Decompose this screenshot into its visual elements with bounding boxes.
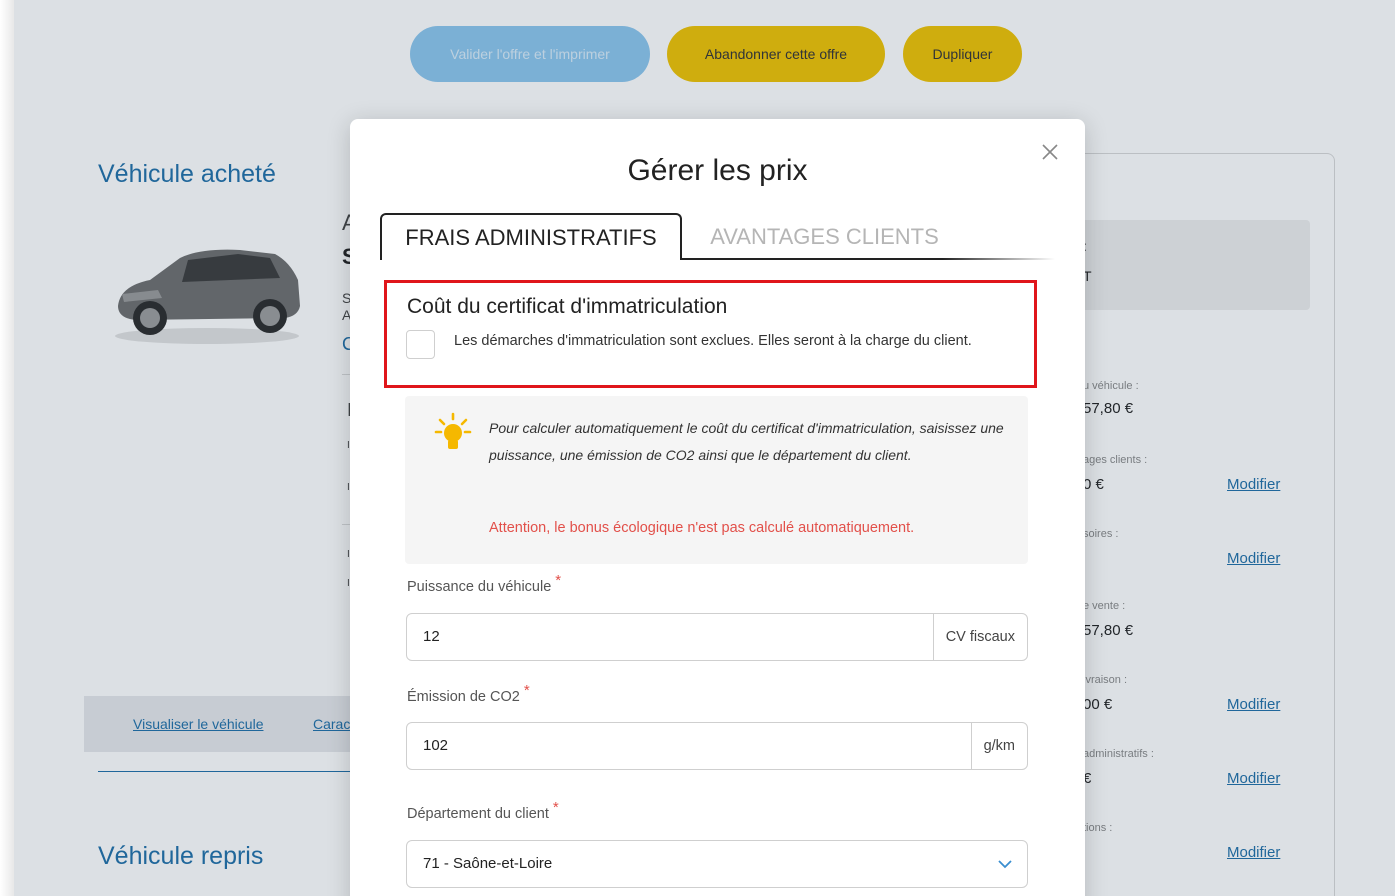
chevron-down-icon <box>998 860 1012 869</box>
exclude-registration-label[interactable]: Les démarches d'immatriculation sont exc… <box>454 328 1014 355</box>
power-label: Puissance du véhicule * <box>407 572 561 595</box>
info-text: Pour calculer automatiquement le coût du… <box>489 420 1004 463</box>
co2-label-text: Émission de CO2 <box>407 689 520 705</box>
required-marker: * <box>552 799 559 816</box>
modal-title: Gérer les prix <box>627 154 808 187</box>
co2-input[interactable]: 102 g/km <box>406 722 1028 770</box>
required-marker: * <box>523 682 530 699</box>
tab-underline <box>680 258 1055 260</box>
co2-unit: g/km <box>970 723 1027 769</box>
tab-admin-fees[interactable]: FRAIS ADMINISTRATIFS <box>380 213 682 260</box>
co2-label: Émission de CO2 * <box>407 682 530 705</box>
co2-value: 102 <box>423 737 449 754</box>
registration-cost-title: Coût du certificat d'immatriculation <box>407 295 728 318</box>
department-select[interactable]: 71 - Saône-et-Loire <box>406 840 1028 888</box>
department-label: Département du client * <box>407 799 559 822</box>
power-unit: CV fiscaux <box>932 614 1027 660</box>
eco-bonus-warning: Attention, le bonus écologique n'est pas… <box>489 520 915 536</box>
department-value: 71 - Saône-et-Loire <box>423 855 553 872</box>
page-left-edge <box>0 0 14 896</box>
lightbulb-icon <box>434 412 472 449</box>
power-input[interactable]: 12 CV fiscaux <box>406 613 1028 661</box>
exclude-registration-checkbox[interactable] <box>406 330 435 359</box>
power-value: 12 <box>423 628 440 645</box>
tab-customer-benefits[interactable]: AVANTAGES CLIENTS <box>702 220 947 254</box>
power-label-text: Puissance du véhicule <box>407 579 552 595</box>
department-label-text: Département du client <box>407 806 549 822</box>
required-marker: * <box>555 572 562 589</box>
